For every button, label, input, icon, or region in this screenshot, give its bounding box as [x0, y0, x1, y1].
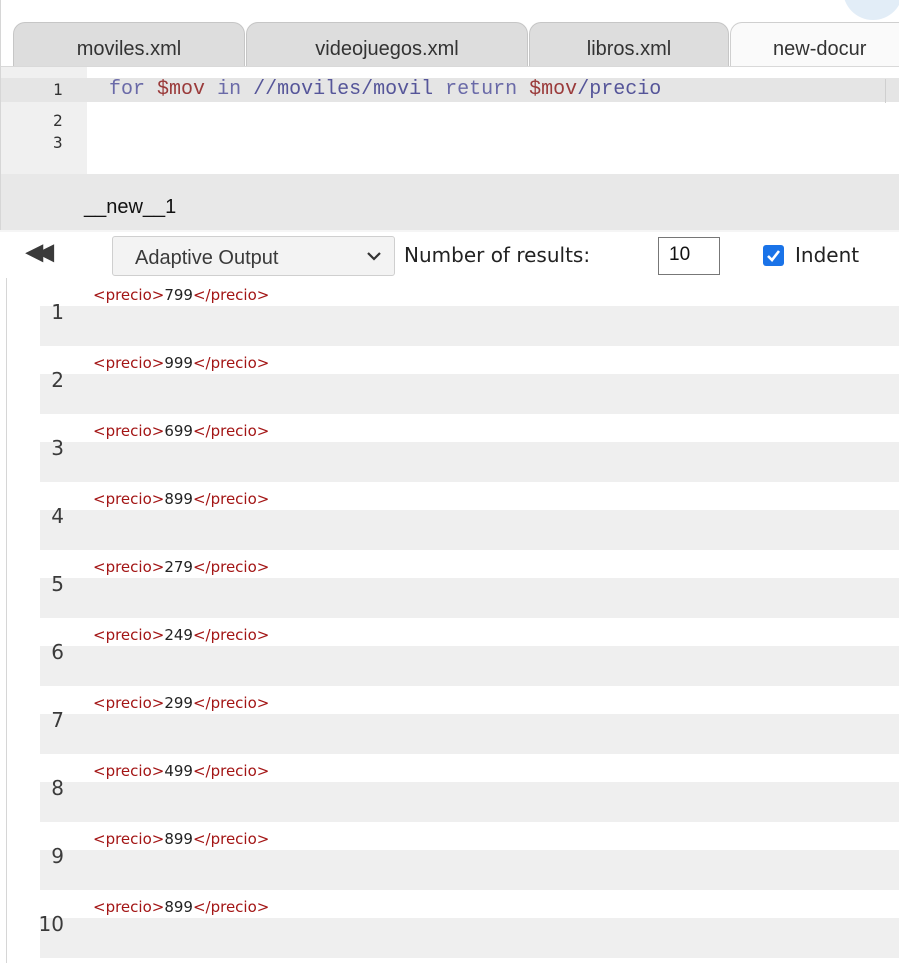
number-of-results-input[interactable]: 10: [658, 237, 720, 275]
result-number: 2: [51, 368, 64, 392]
double-left-arrow-icon[interactable]: ◀◀: [26, 238, 54, 266]
chevron-down-icon: [367, 252, 381, 261]
result-row-band: [40, 510, 899, 550]
tab-videojuegos[interactable]: videojuegos.xml: [246, 22, 528, 67]
indent-label: Indent: [795, 243, 860, 267]
result-number: 6: [51, 640, 64, 664]
variable: $mov: [157, 78, 206, 101]
xml-tag: </precio>: [192, 898, 270, 916]
result-row-band: [40, 714, 899, 754]
editor-margin-line: [885, 79, 886, 103]
tab-libros[interactable]: libros.xml: [529, 22, 729, 67]
xpath-expression: /precio: [577, 78, 662, 101]
xml-tag: </precio>: [192, 558, 270, 576]
xml-tag: <precio>: [93, 490, 165, 508]
output-mode-select[interactable]: Adaptive Output: [112, 236, 395, 276]
xml-tag: <precio>: [93, 898, 165, 916]
result-value: <precio>899</precio>: [93, 898, 269, 916]
xml-tag: </precio>: [192, 490, 270, 508]
results-left-border: [6, 278, 7, 963]
query-editor[interactable]: 1 2 3 for $mov in //moviles/movil return…: [0, 67, 899, 174]
xml-text: 999: [164, 354, 193, 372]
tab-moviles[interactable]: moviles.xml: [13, 22, 245, 67]
output-mode-value: Adaptive Output: [135, 247, 279, 269]
result-value: <precio>899</precio>: [93, 490, 269, 508]
result-row-band: [40, 782, 899, 822]
keyword-return: return: [445, 78, 518, 101]
xml-tag: <precio>: [93, 286, 165, 304]
output-name: __new__1: [84, 196, 177, 218]
xml-text: 799: [164, 286, 193, 304]
line-number: 2: [53, 111, 63, 130]
xml-text: 899: [164, 830, 193, 848]
xml-tag: <precio>: [93, 354, 165, 372]
result-row-band: [40, 442, 899, 482]
xml-tag: </precio>: [192, 354, 270, 372]
xml-tag: </precio>: [192, 422, 270, 440]
result-number: 9: [51, 844, 64, 868]
result-number: 8: [51, 776, 64, 800]
xml-tag: <precio>: [93, 626, 165, 644]
result-value: <precio>699</precio>: [93, 422, 269, 440]
decorative-circle: [843, 0, 899, 20]
xml-tag: </precio>: [192, 694, 270, 712]
xml-text: 899: [164, 490, 193, 508]
result-number: 10: [38, 912, 64, 936]
xml-tag: <precio>: [93, 558, 165, 576]
result-value: <precio>899</precio>: [93, 830, 269, 848]
xml-tag: </precio>: [192, 762, 270, 780]
indent-checkbox[interactable]: [763, 245, 784, 266]
result-value: <precio>299</precio>: [93, 694, 269, 712]
result-number: 5: [51, 572, 64, 596]
result-value: <precio>999</precio>: [93, 354, 269, 372]
result-row-band: [40, 374, 899, 414]
tab-bar: moviles.xml videojuegos.xml libros.xml n…: [0, 0, 899, 68]
xml-tag: </precio>: [192, 626, 270, 644]
xml-tag: <precio>: [93, 422, 165, 440]
xml-tag: </precio>: [192, 286, 270, 304]
result-row-band: [40, 850, 899, 890]
result-number: 3: [51, 436, 64, 460]
xml-text: 499: [164, 762, 193, 780]
result-value: <precio>249</precio>: [93, 626, 269, 644]
result-row-band: [40, 578, 899, 618]
result-row-band: [40, 918, 899, 958]
xpath-expression: //moviles/movil: [253, 78, 434, 101]
variable: $mov: [529, 78, 578, 101]
result-value: <precio>799</precio>: [93, 286, 269, 304]
result-value: <precio>279</precio>: [93, 558, 269, 576]
keyword-in: in: [217, 78, 242, 101]
code-line-1[interactable]: for $mov in //moviles/movil return $mov/…: [109, 79, 661, 101]
checkmark-icon: [767, 250, 781, 262]
result-value: <precio>499</precio>: [93, 762, 269, 780]
result-number: 1: [51, 300, 64, 324]
tab-new-document[interactable]: new-docur: [730, 22, 899, 68]
xml-text: 249: [164, 626, 193, 644]
result-row-band: [40, 306, 899, 346]
number-of-results-label: Number of results:: [404, 243, 591, 267]
line-number: 3: [53, 133, 63, 152]
xml-tag: <precio>: [93, 830, 165, 848]
result-number: 7: [51, 708, 64, 732]
xml-tag: <precio>: [93, 762, 165, 780]
result-number: 4: [51, 504, 64, 528]
keyword-for: for: [109, 78, 146, 101]
xml-text: 699: [164, 422, 193, 440]
xml-text: 899: [164, 898, 193, 916]
line-number: 1: [53, 80, 63, 99]
result-row-band: [40, 646, 899, 686]
xml-text: 279: [164, 558, 193, 576]
xml-tag: </precio>: [192, 830, 270, 848]
xml-text: 299: [164, 694, 193, 712]
xml-tag: <precio>: [93, 694, 165, 712]
